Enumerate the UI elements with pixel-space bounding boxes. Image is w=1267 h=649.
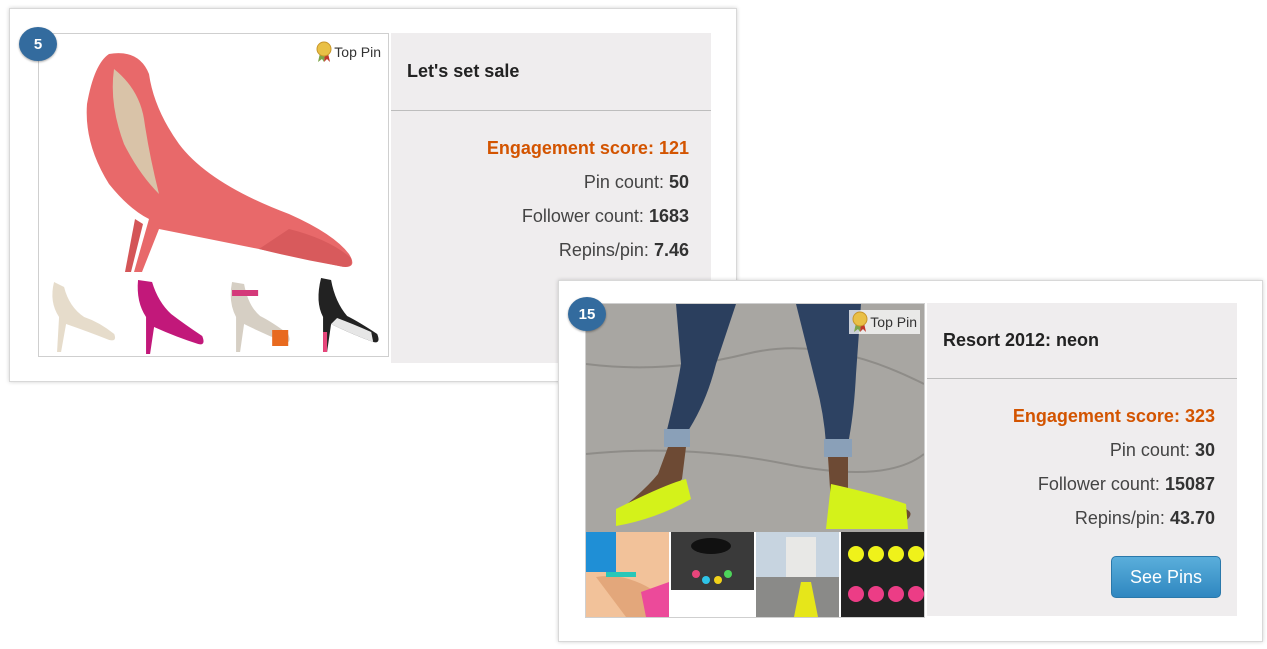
- repins-per-pin: Repins/pin: 7.46: [391, 233, 689, 267]
- top-pin-badge: Top Pin: [849, 310, 920, 334]
- thumbnail[interactable]: [39, 272, 127, 356]
- main-pin-image[interactable]: [39, 34, 388, 272]
- thumbnail-strip: [586, 532, 924, 617]
- board-title[interactable]: Resort 2012: neon: [927, 303, 1237, 379]
- main-pin-image[interactable]: [586, 304, 924, 532]
- repins-label: Repins/pin:: [558, 240, 649, 260]
- top-pin-label: Top Pin: [334, 44, 381, 60]
- follower-count-label: Follower count:: [1037, 474, 1160, 494]
- repins-label: Repins/pin:: [1074, 508, 1165, 528]
- repins-value: 43.70: [1169, 508, 1215, 528]
- thumbnail[interactable]: [126, 272, 214, 356]
- pin-count-value: 30: [1194, 440, 1215, 460]
- pin-count-label: Pin count:: [583, 172, 664, 192]
- pin-count: Pin count: 30: [927, 433, 1215, 467]
- repins-value: 7.46: [653, 240, 689, 260]
- thumbnail[interactable]: [586, 532, 669, 617]
- thumbnail[interactable]: [213, 272, 301, 356]
- engagement-value: 323: [1184, 406, 1215, 426]
- board-title[interactable]: Let's set sale: [391, 33, 711, 111]
- top-pin-badge: Top Pin: [313, 40, 384, 64]
- rank-badge: 5: [19, 27, 57, 61]
- pin-count-label: Pin count:: [1109, 440, 1190, 460]
- medal-icon: [316, 41, 332, 62]
- rank-badge: 15: [568, 297, 606, 331]
- follower-count-label: Follower count:: [521, 206, 644, 226]
- stats-panel: Resort 2012: neon Engagement score: 323 …: [927, 303, 1237, 616]
- pin-count-value: 50: [668, 172, 689, 192]
- engagement-score: Engagement score: 323: [927, 399, 1215, 433]
- engagement-value: 121: [658, 138, 689, 158]
- stats-list: Engagement score: 121 Pin count: 50 Foll…: [391, 111, 711, 267]
- stats-list: Engagement score: 323 Pin count: 30 Foll…: [927, 379, 1237, 535]
- board-card-2: 15 Top Pin Resort 2012: neon Engagement …: [558, 280, 1263, 642]
- thumbnail-strip: [39, 272, 388, 356]
- thumbnail[interactable]: [300, 272, 388, 356]
- top-pin-label: Top Pin: [870, 314, 917, 330]
- engagement-label: Engagement score:: [486, 138, 654, 158]
- thumbnail[interactable]: [756, 532, 839, 617]
- follower-count-value: 15087: [1164, 474, 1215, 494]
- engagement-score: Engagement score: 121: [391, 131, 689, 165]
- thumbnail[interactable]: [841, 532, 924, 617]
- board-preview[interactable]: Top Pin: [585, 303, 925, 618]
- see-pins-button[interactable]: See Pins: [1111, 556, 1221, 598]
- follower-count-value: 1683: [648, 206, 689, 226]
- board-preview[interactable]: Top Pin: [38, 33, 389, 357]
- engagement-label: Engagement score:: [1012, 406, 1180, 426]
- follower-count: Follower count: 15087: [927, 467, 1215, 501]
- medal-icon: [852, 311, 868, 332]
- follower-count: Follower count: 1683: [391, 199, 689, 233]
- thumbnail[interactable]: [671, 532, 754, 617]
- pin-count: Pin count: 50: [391, 165, 689, 199]
- repins-per-pin: Repins/pin: 43.70: [927, 501, 1215, 535]
